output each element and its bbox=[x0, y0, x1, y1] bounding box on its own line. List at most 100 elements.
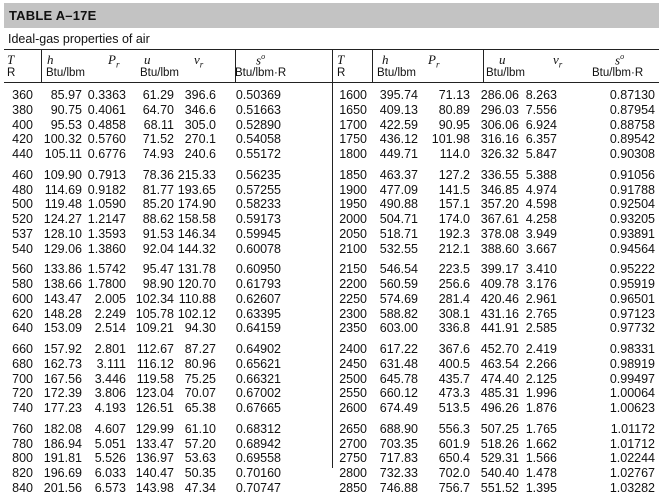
table-subtitle: Ideal-gas properties of air bbox=[8, 32, 150, 46]
cell-s: 0.61793 bbox=[235, 277, 281, 291]
cell-T: 1700 bbox=[339, 117, 367, 132]
cell-vr: 2.585 bbox=[525, 321, 557, 336]
cell-T: 660 bbox=[12, 342, 33, 356]
cell-Pr: 212.1 bbox=[438, 241, 470, 256]
cell-Pr: 114.0 bbox=[439, 147, 470, 161]
cell-u: 540.40 bbox=[480, 466, 519, 480]
cell-u: 326.32 bbox=[480, 147, 519, 161]
cell-vr: 1.566 bbox=[525, 451, 557, 466]
table-row: 2100 532.55 212.1 388.60 3.667 0.94564 bbox=[333, 242, 659, 256]
cell-vr: 2.419 bbox=[525, 342, 557, 356]
cell-T: 2100 bbox=[339, 241, 367, 256]
cell-Pr: 2.801 bbox=[94, 342, 126, 356]
table-row: 1950 490.88 157.1 357.20 4.598 0.92504 bbox=[333, 197, 659, 211]
cell-vr: 8.263 bbox=[525, 88, 557, 102]
cell-h: 186.94 bbox=[43, 436, 82, 451]
cell-T: 360 bbox=[12, 88, 33, 102]
cell-Pr: 3.111 bbox=[96, 356, 126, 371]
cell-Pr: 174.0 bbox=[438, 212, 470, 226]
cell-Pr: 308.1 bbox=[438, 306, 470, 321]
table-row: 2250 574.69 281.4 420.46 2.961 0.96501 bbox=[333, 292, 659, 306]
cell-Pr: 556.3 bbox=[438, 421, 470, 436]
cell-T: 500 bbox=[12, 197, 33, 212]
cell-T: 2250 bbox=[339, 291, 367, 306]
table-row: 480 114.69 0.9182 81.77 193.65 0.57255 bbox=[4, 183, 332, 197]
cell-T: 2000 bbox=[339, 212, 367, 226]
cell-s: 0.59173 bbox=[235, 212, 281, 226]
cell-T: 2200 bbox=[339, 277, 367, 291]
cell-Pr: 1.5742 bbox=[87, 262, 126, 277]
table-row: 400 95.53 0.4858 68.11 305.0 0.52890 bbox=[4, 118, 332, 132]
cell-h: 560.59 bbox=[379, 277, 418, 291]
cell-vr: 87.27 bbox=[184, 342, 216, 356]
cell-s: 1.03282 bbox=[609, 480, 655, 495]
cell-s: 0.64902 bbox=[235, 342, 281, 356]
cell-s: 1.01712 bbox=[609, 436, 655, 451]
cell-u: 119.58 bbox=[136, 371, 174, 386]
table-row: 2650 688.90 556.3 507.25 1.765 1.01172 bbox=[333, 422, 659, 436]
cell-vr: 94.30 bbox=[184, 321, 216, 336]
cell-u: 123.04 bbox=[135, 386, 174, 401]
cell-u: 420.46 bbox=[480, 291, 519, 306]
table-page: TABLE A–17E Ideal-gas properties of air … bbox=[0, 0, 663, 495]
cell-s: 0.90308 bbox=[609, 147, 655, 161]
cell-u: 378.08 bbox=[480, 226, 519, 241]
cell-T: 2150 bbox=[339, 262, 367, 277]
cell-vr: 4.258 bbox=[525, 212, 557, 226]
cell-Pr: 101.98 bbox=[431, 132, 470, 147]
cell-h: 463.37 bbox=[379, 167, 418, 182]
table-row: 2600 674.49 513.5 496.26 1.876 1.00623 bbox=[333, 401, 659, 415]
table-row: 660 157.92 2.801 112.67 87.27 0.64902 bbox=[4, 342, 332, 356]
header-divider bbox=[41, 49, 42, 83]
table-row: 2750 717.83 650.4 529.31 1.566 1.02244 bbox=[333, 451, 659, 465]
table-row: 2700 703.35 601.9 518.26 1.662 1.01712 bbox=[333, 437, 659, 451]
cell-h: 143.47 bbox=[43, 291, 82, 306]
table-row: 1800 449.71 114.0 326.32 5.847 0.90308 bbox=[333, 147, 659, 161]
cell-h: 532.55 bbox=[379, 241, 418, 256]
cell-vr: 3.410 bbox=[525, 262, 557, 277]
cell-u: 140.47 bbox=[135, 466, 174, 480]
cell-Pr: 1.3593 bbox=[87, 226, 126, 241]
cell-h: 477.09 bbox=[379, 182, 418, 197]
cell-s: 0.65621 bbox=[235, 356, 281, 371]
cell-h: 119.48 bbox=[44, 197, 82, 212]
table-row: 1650 409.13 80.89 296.03 7.556 0.87954 bbox=[333, 103, 659, 117]
cell-vr: 131.78 bbox=[177, 262, 216, 277]
table-row: 2000 504.71 174.0 367.61 4.258 0.93205 bbox=[333, 212, 659, 226]
cell-s: 0.97123 bbox=[609, 306, 655, 321]
left-header-row: T Rh Btu/lbm Pr u Btu/lbm vr so Btu/lbm·R bbox=[4, 49, 332, 83]
table-row: 360 85.97 0.3363 61.29 396.6 0.50369 bbox=[4, 88, 332, 102]
cell-h: 422.59 bbox=[379, 117, 418, 132]
cell-Pr: 5.526 bbox=[94, 451, 126, 466]
cell-u: 109.21 bbox=[135, 321, 174, 336]
cell-s: 0.50369 bbox=[235, 88, 281, 102]
cell-u: 95.47 bbox=[142, 262, 174, 277]
left-table-half: T Rh Btu/lbm Pr u Btu/lbm vr so Btu/lbm·R 360 85.… bbox=[4, 49, 332, 495]
cell-vr: 2.765 bbox=[525, 306, 557, 321]
cell-Pr: 5.051 bbox=[94, 436, 126, 451]
cell-Pr: 6.573 bbox=[94, 480, 126, 495]
cell-s: 0.58233 bbox=[235, 197, 281, 212]
table-row: 1700 422.59 90.95 306.06 6.924 0.88758 bbox=[333, 118, 659, 132]
cell-s: 0.95919 bbox=[609, 277, 655, 291]
cell-Pr: 367.6 bbox=[438, 342, 470, 356]
cell-u: 485.31 bbox=[480, 386, 519, 401]
cell-u: 518.26 bbox=[480, 436, 519, 451]
cell-Pr: 4.193 bbox=[94, 401, 126, 415]
cell-s: 1.02767 bbox=[609, 466, 655, 480]
header-T-unit: R bbox=[7, 67, 16, 79]
cell-s: 0.55172 bbox=[235, 147, 281, 161]
cell-s: 0.51663 bbox=[235, 102, 281, 117]
cell-h: 177.23 bbox=[43, 401, 82, 415]
cell-T: 420 bbox=[12, 132, 33, 147]
cell-h: 153.09 bbox=[43, 321, 82, 336]
cell-s: 0.70747 bbox=[235, 480, 281, 495]
header-u-unit: Btu/lbm bbox=[140, 67, 179, 79]
cell-vr: 7.556 bbox=[525, 102, 557, 117]
cell-vr: 6.924 bbox=[525, 117, 557, 132]
cell-h: 603.00 bbox=[379, 321, 418, 336]
cell-T: 1950 bbox=[339, 197, 367, 212]
cell-T: 480 bbox=[12, 182, 33, 197]
cell-vr: 1.395 bbox=[525, 480, 557, 495]
cell-T: 520 bbox=[12, 212, 33, 226]
